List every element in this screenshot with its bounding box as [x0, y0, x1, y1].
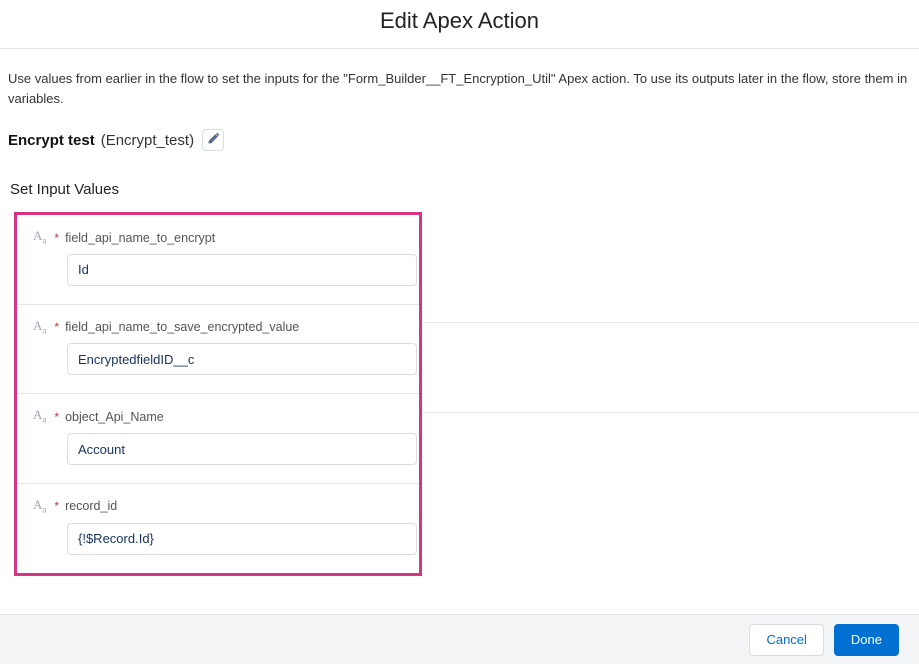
cancel-button[interactable]: Cancel — [749, 624, 823, 656]
record-id-input[interactable] — [67, 523, 417, 555]
required-indicator: * — [54, 320, 59, 334]
section-input-values-heading: Set Input Values — [0, 157, 919, 208]
action-label-row: Encrypt test (Encrypt_test) — [0, 117, 919, 157]
field-row: Aa * object_Api_Name — [17, 394, 419, 484]
row-divider — [422, 322, 919, 323]
field-label: field_api_name_to_encrypt — [65, 231, 215, 245]
field-label: object_Api_Name — [65, 410, 164, 424]
modal-footer: Cancel Done — [0, 614, 919, 664]
action-api-name: (Encrypt_test) — [101, 132, 194, 149]
field-api-name-to-encrypt-input[interactable] — [67, 254, 417, 286]
edit-label-button[interactable] — [202, 129, 224, 151]
text-type-icon: Aa — [33, 229, 46, 246]
field-row: Aa * field_api_name_to_encrypt — [17, 215, 419, 305]
pencil-icon — [207, 133, 219, 148]
modal-title: Edit Apex Action — [0, 0, 919, 48]
field-row: Aa * record_id — [17, 484, 419, 573]
input-values-panel: Aa * field_api_name_to_encrypt Aa * fiel… — [14, 212, 422, 575]
required-indicator: * — [54, 499, 59, 513]
action-label: Encrypt test — [8, 132, 95, 149]
field-row: Aa * field_api_name_to_save_encrypted_va… — [17, 305, 419, 395]
text-type-icon: Aa — [33, 498, 46, 515]
done-button[interactable]: Done — [834, 624, 899, 656]
object-api-name-input[interactable] — [67, 433, 417, 465]
intro-text: Use values from earlier in the flow to s… — [0, 49, 919, 117]
text-type-icon: Aa — [33, 408, 46, 425]
field-label: field_api_name_to_save_encrypted_value — [65, 320, 299, 334]
row-divider — [422, 412, 919, 413]
required-indicator: * — [54, 231, 59, 245]
required-indicator: * — [54, 410, 59, 424]
field-label: record_id — [65, 499, 117, 513]
text-type-icon: Aa — [33, 319, 46, 336]
field-api-name-to-save-encrypted-value-input[interactable] — [67, 343, 417, 375]
